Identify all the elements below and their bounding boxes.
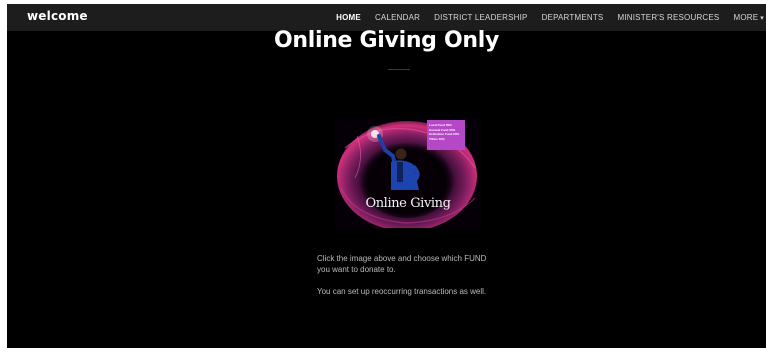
instruction-paragraph: Click the image above and choose which F… xyxy=(317,254,487,274)
top-navbar: welcome HOME CALENDAR DISTRICT LEADERSHI… xyxy=(7,4,766,31)
page-title: Online Giving Only xyxy=(273,28,500,53)
online-giving-image-link[interactable]: Local Fund 35% General Fund 30% Ordinati… xyxy=(335,118,481,228)
chevron-down-icon: ▾ xyxy=(760,15,764,22)
instruction-paragraph: You can set up reoccurring transactions … xyxy=(317,287,487,296)
fund-line: Tithes 10% xyxy=(429,136,445,141)
nav-item-home[interactable]: HOME xyxy=(336,13,361,22)
page-frame: welcome HOME CALENDAR DISTRICT LEADERSHI… xyxy=(7,4,766,348)
nav-item-ministers-resources[interactable]: MINISTER'S RESOURCES xyxy=(617,13,719,22)
nav-item-calendar[interactable]: CALENDAR xyxy=(375,13,420,22)
main-nav: HOME CALENDAR DISTRICT LEADERSHIP DEPART… xyxy=(336,4,766,31)
fund-line: Ordination Fund 20% xyxy=(429,132,460,136)
giving-image-caption: Online Giving xyxy=(365,196,451,211)
title-divider xyxy=(388,69,410,70)
nav-item-more[interactable]: MORE ▾ xyxy=(733,13,764,22)
nav-item-district-leadership[interactable]: DISTRICT LEADERSHIP xyxy=(434,13,527,22)
fund-list-box: Local Fund 35% General Fund 30% Ordinati… xyxy=(427,120,465,150)
giving-instructions: Click the image above and choose which F… xyxy=(317,253,497,308)
nav-item-departments[interactable]: DEPARTMENTS xyxy=(542,13,604,22)
nav-item-more-label: MORE xyxy=(733,13,759,22)
site-brand[interactable]: welcome xyxy=(27,9,88,23)
